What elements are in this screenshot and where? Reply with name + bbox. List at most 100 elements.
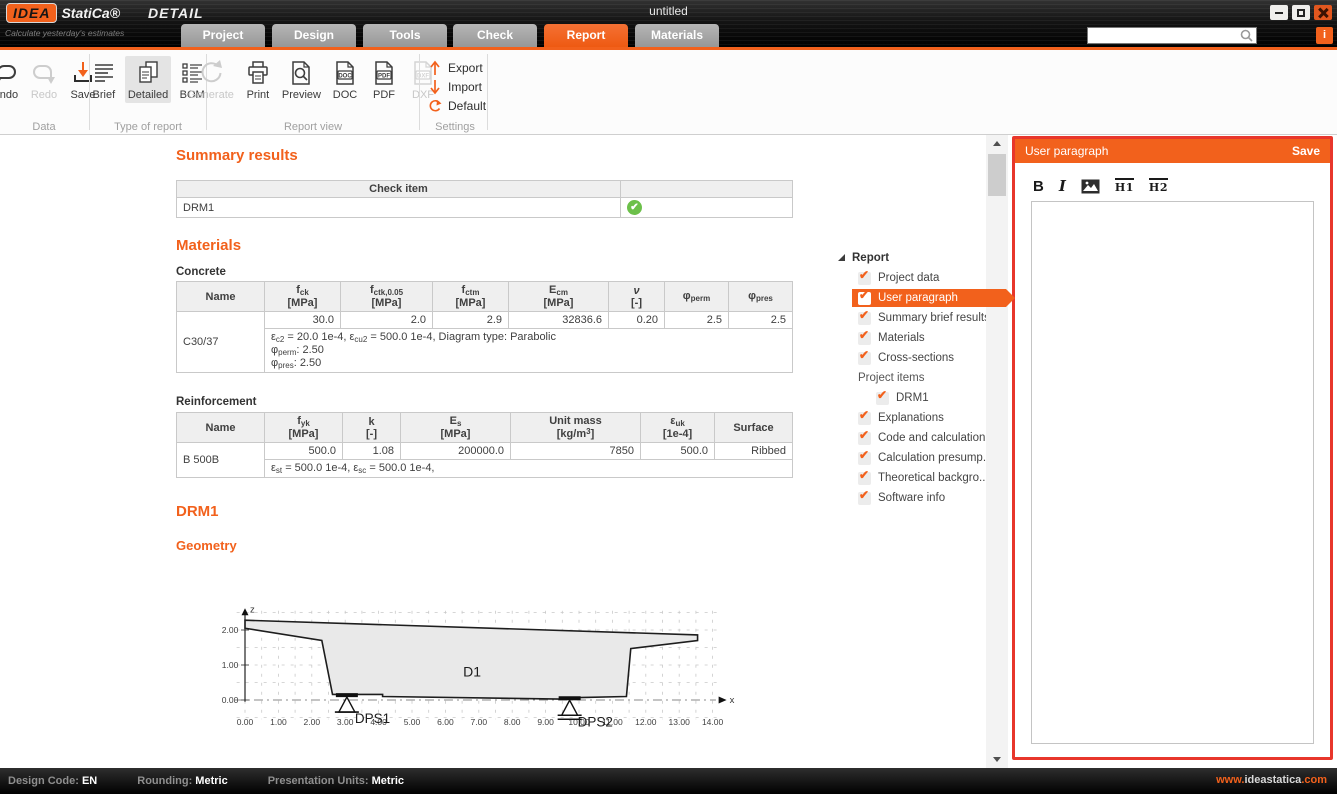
check-pass-icon: ✔	[627, 200, 642, 215]
import-arrow-icon	[428, 79, 442, 95]
export-button[interactable]: Export	[428, 58, 486, 77]
tree-item-materials[interactable]: ✔ Materials	[838, 328, 998, 348]
check-icon: ✔	[859, 428, 869, 442]
reinforcement-header-row: Name fyk[MPa] k[-] Es[MPa] Unit mass[kg/…	[177, 413, 793, 443]
editor-toolbar: B I H1 H2	[1033, 177, 1168, 195]
pdf-file-icon: PDF	[369, 58, 399, 88]
minimize-icon	[1275, 12, 1283, 14]
rounding-status: Rounding: Metric	[137, 775, 227, 787]
import-button[interactable]: Import	[428, 77, 486, 96]
tree-item-project-data[interactable]: ✔ Project data	[838, 268, 998, 288]
checkbox[interactable]: ✔	[858, 332, 871, 345]
tree-item-summary-brief-results[interactable]: ✔ Summary brief results	[838, 308, 998, 328]
table-row: DRM1 ✔	[177, 198, 793, 218]
tree-group-project-items: Project items	[838, 368, 998, 388]
checkbox[interactable]: ✔	[858, 352, 871, 365]
generate-button: Generate	[185, 56, 237, 103]
user-paragraph-editor[interactable]	[1032, 202, 1313, 743]
checkbox[interactable]: ✔	[858, 292, 871, 305]
report-tree: Report ✔ Project data ✔ User paragraph ✔…	[838, 247, 998, 508]
scrollbar-thumb[interactable]	[988, 154, 1006, 196]
tree-item-cross-sections[interactable]: ✔ Cross-sections	[838, 348, 998, 368]
check-icon: ✔	[859, 448, 869, 462]
insert-image-button[interactable]	[1081, 179, 1100, 194]
tree-item-theoretical-background[interactable]: ✔ Theoretical backgro...	[838, 468, 998, 488]
maximize-button[interactable]	[1292, 5, 1310, 20]
expander-icon[interactable]	[838, 254, 845, 261]
detailed-icon	[133, 58, 163, 88]
tab-design[interactable]: Design	[272, 24, 356, 47]
close-button[interactable]	[1314, 5, 1332, 20]
ribbon-separator	[487, 54, 488, 130]
status-bar: Design Code: EN Rounding: Metric Present…	[0, 768, 1337, 794]
ribbon-group-data: Undo Redo Save	[0, 50, 88, 135]
summary-col-status	[621, 181, 793, 198]
tab-project[interactable]: Project	[181, 24, 265, 47]
concrete-detail-row: εc2 = 20.0 1e-4, εcu2 = 500.0 1e-4, Diag…	[177, 329, 793, 373]
content-scrollbar[interactable]	[986, 135, 1008, 768]
close-icon	[1318, 8, 1328, 18]
checkbox[interactable]: ✔	[858, 272, 871, 285]
bold-button[interactable]: B	[1033, 178, 1044, 195]
website-link[interactable]: www.ideastatica.com	[1216, 774, 1327, 786]
tab-report[interactable]: Report	[544, 24, 628, 47]
search-input[interactable]	[1087, 27, 1257, 44]
scroll-up-button[interactable]	[986, 135, 1008, 152]
svg-text:9.00: 9.00	[537, 717, 554, 727]
tree-item-user-paragraph[interactable]: ✔ User paragraph	[838, 288, 998, 308]
svg-text:DPS2: DPS2	[578, 714, 613, 729]
tree-item-explanations[interactable]: ✔ Explanations	[838, 408, 998, 428]
tab-tools[interactable]: Tools	[363, 24, 447, 47]
svg-text:2.00: 2.00	[304, 717, 321, 727]
svg-text:DOC: DOC	[338, 74, 352, 80]
scroll-down-button[interactable]	[986, 751, 1008, 768]
svg-text:0.00: 0.00	[222, 695, 239, 705]
export-arrow-icon	[428, 60, 442, 76]
checkbox[interactable]: ✔	[858, 312, 871, 325]
preview-button[interactable]: Preview	[279, 56, 324, 103]
pdf-export-button[interactable]: PDF PDF	[366, 56, 402, 103]
checkbox[interactable]: ✔	[858, 452, 871, 465]
print-icon	[243, 58, 273, 88]
checkbox[interactable]: ✔	[858, 432, 871, 445]
check-icon: ✔	[859, 408, 869, 422]
doc-export-button[interactable]: DOC DOC	[327, 56, 363, 103]
info-button[interactable]: i	[1316, 27, 1333, 44]
summary-row-name: DRM1	[177, 198, 621, 218]
geometry-drawing: 0.001.002.003.004.005.006.007.008.009.00…	[193, 588, 805, 746]
heading1-button[interactable]: H1	[1115, 178, 1134, 194]
check-icon: ✔	[859, 268, 869, 282]
svg-text:12.00: 12.00	[635, 717, 657, 727]
italic-button[interactable]: I	[1059, 177, 1066, 195]
checkbox[interactable]: ✔	[876, 392, 889, 405]
tree-item-calculation-presumptions[interactable]: ✔ Calculation presump...	[838, 448, 998, 468]
undo-button[interactable]: Undo	[0, 56, 23, 103]
checkbox[interactable]: ✔	[858, 412, 871, 425]
checkbox[interactable]: ✔	[858, 492, 871, 505]
tab-materials[interactable]: Materials	[635, 24, 719, 47]
minimize-button[interactable]	[1270, 5, 1288, 20]
summary-col-check-item: Check item	[177, 181, 621, 198]
tree-root-report[interactable]: Report	[838, 247, 998, 268]
ribbon-separator	[419, 54, 420, 130]
panel-save-button[interactable]: Save	[1292, 144, 1320, 158]
svg-text:8.00: 8.00	[504, 717, 521, 727]
summary-results-table: Check item DRM1 ✔	[176, 180, 793, 218]
brief-button[interactable]: Brief	[86, 56, 122, 103]
check-icon: ✔	[859, 488, 869, 502]
tree-item-code-and-calculation[interactable]: ✔ Code and calculation...	[838, 428, 998, 448]
print-button[interactable]: Print	[240, 56, 276, 103]
doc-file-icon: DOC	[330, 58, 360, 88]
generate-icon	[196, 58, 226, 88]
default-button[interactable]: Default	[428, 96, 486, 115]
checkbox[interactable]: ✔	[858, 472, 871, 485]
detailed-button[interactable]: Detailed	[125, 56, 171, 103]
tab-check[interactable]: Check	[453, 24, 537, 47]
check-icon: ✔	[859, 468, 869, 482]
tree-item-software-info[interactable]: ✔ Software info	[838, 488, 998, 508]
presentation-units-status: Presentation Units: Metric	[268, 775, 404, 787]
check-icon: ✔	[859, 308, 869, 322]
scroll-up-icon	[993, 141, 1001, 146]
tree-item-drm1[interactable]: ✔ DRM1	[838, 388, 998, 408]
heading2-button[interactable]: H2	[1149, 178, 1168, 194]
